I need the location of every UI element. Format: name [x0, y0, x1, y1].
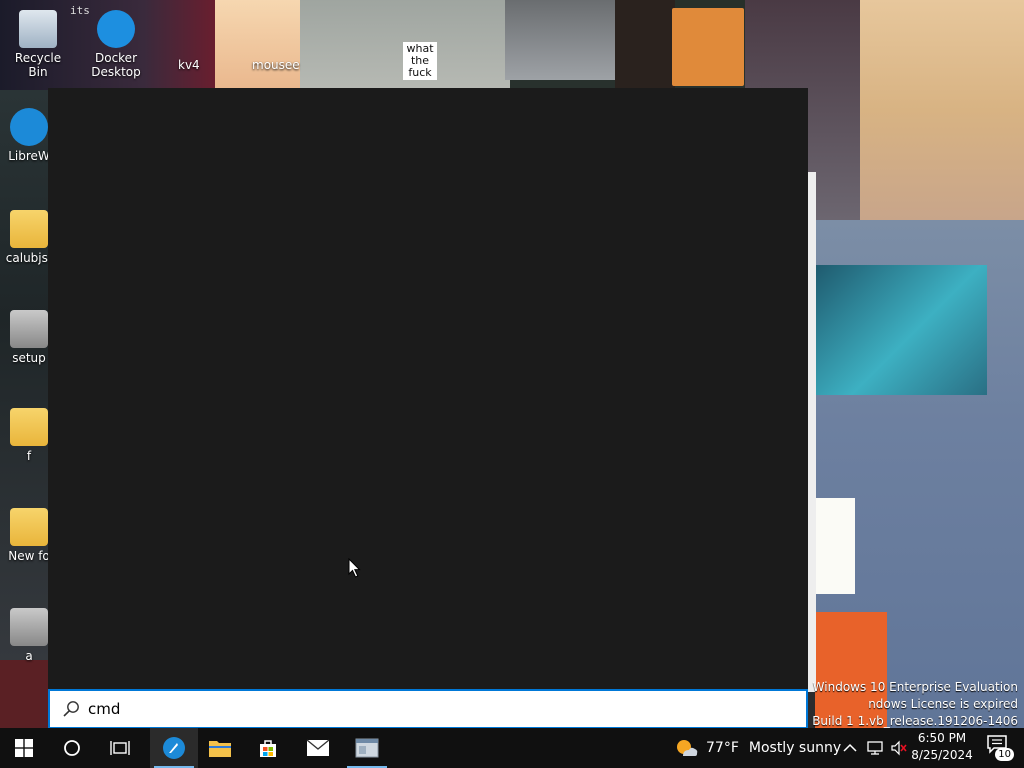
search-taskbar-button[interactable]	[48, 728, 96, 768]
docker-icon	[97, 10, 135, 48]
desktop-icon-recycle-bin[interactable]: Recycle Bin	[5, 10, 71, 79]
activation-watermark: Windows 10 Enterprise Evaluation ndows L…	[812, 679, 1018, 728]
watermark-line: ndows License is expired	[868, 697, 1018, 711]
desktop-icon-label: Recycle Bin	[14, 51, 62, 79]
desktop-icon-label: calubjs-	[5, 251, 53, 265]
wallpaper-tile	[0, 90, 48, 660]
weather-widget[interactable]: 77°F Mostly sunny	[674, 728, 841, 768]
system-tray	[838, 728, 910, 768]
weather-condition: Mostly sunny	[748, 740, 842, 756]
wallpaper-caption: what the fuck	[403, 42, 437, 80]
app-icon	[10, 608, 48, 646]
action-center-button[interactable]: 10	[986, 734, 1016, 762]
wallpaper-tile	[815, 265, 987, 395]
task-view-button[interactable]	[96, 728, 144, 768]
folder-icon	[10, 408, 48, 446]
librewolf-icon	[10, 108, 48, 146]
network-icon[interactable]	[866, 740, 884, 756]
desktop-icon-label: f	[26, 449, 32, 463]
search-box[interactable]	[48, 689, 808, 729]
taskbar-app-mail[interactable]	[294, 728, 342, 768]
desktop-icon-docker[interactable]: Docker Desktop	[83, 10, 149, 79]
search-icon	[63, 701, 79, 717]
setup-icon	[10, 310, 48, 348]
mouse-cursor-icon	[348, 558, 361, 578]
clock-date: 8/25/2024	[911, 748, 973, 762]
windows-logo-icon	[15, 739, 33, 757]
wallpaper-tile	[215, 0, 310, 88]
taskbar-app-librewolf[interactable]	[150, 728, 198, 768]
background-window-edge	[808, 172, 816, 692]
search-results-panel	[48, 88, 808, 728]
desktop-icon-label: Docker Desktop	[91, 51, 141, 79]
desktop-icon-label: New fo	[8, 549, 50, 563]
folder-icon	[10, 210, 48, 248]
cortana-circle-icon	[64, 740, 80, 756]
taskbar-app-file-explorer[interactable]	[196, 728, 244, 768]
librewolf-icon	[163, 737, 185, 759]
wallpaper-tile	[815, 498, 855, 594]
wallpaper-tile	[615, 0, 675, 90]
desktop-icon-label: setup	[12, 351, 46, 365]
task-view-icon	[110, 741, 130, 755]
weather-temperature: 77°F	[706, 740, 739, 756]
taskbar-clock[interactable]: 6:50 PM 8/25/2024	[906, 730, 978, 764]
taskbar-app-window[interactable]	[343, 728, 391, 768]
taskbar-app-store[interactable]	[244, 728, 292, 768]
store-icon	[260, 740, 276, 757]
folder-icon	[209, 741, 231, 757]
watermark-line: Windows 10 Enterprise Evaluation	[812, 680, 1018, 694]
recycle-bin-icon	[19, 10, 57, 48]
start-button[interactable]	[0, 728, 48, 768]
partly-sunny-icon	[677, 740, 698, 756]
wallpaper-tile	[860, 0, 1024, 220]
wallpaper-tile	[672, 8, 744, 86]
taskbar: 77°F Mostly sunny 6:50 PM 8/25/2024 10	[0, 728, 1024, 768]
wallpaper-tile	[505, 0, 615, 80]
wallpaper-tile	[0, 660, 48, 728]
desktop-icon-label: a	[25, 649, 33, 663]
desktop-icon-label: kv4	[178, 58, 200, 72]
search-input[interactable]	[88, 696, 788, 722]
chevron-up-icon[interactable]	[842, 740, 858, 756]
clock-time: 6:50 PM	[917, 731, 967, 745]
watermark-line: Build 1 1.vb_release.191206-1406	[812, 714, 1018, 728]
app-window-icon	[355, 738, 379, 758]
mail-icon	[306, 739, 330, 756]
desktop-icon-label: LibreW	[8, 149, 50, 163]
folder-icon	[10, 508, 48, 546]
desktop-icon-label: mousee	[252, 58, 300, 72]
notification-badge: 10	[995, 748, 1014, 761]
